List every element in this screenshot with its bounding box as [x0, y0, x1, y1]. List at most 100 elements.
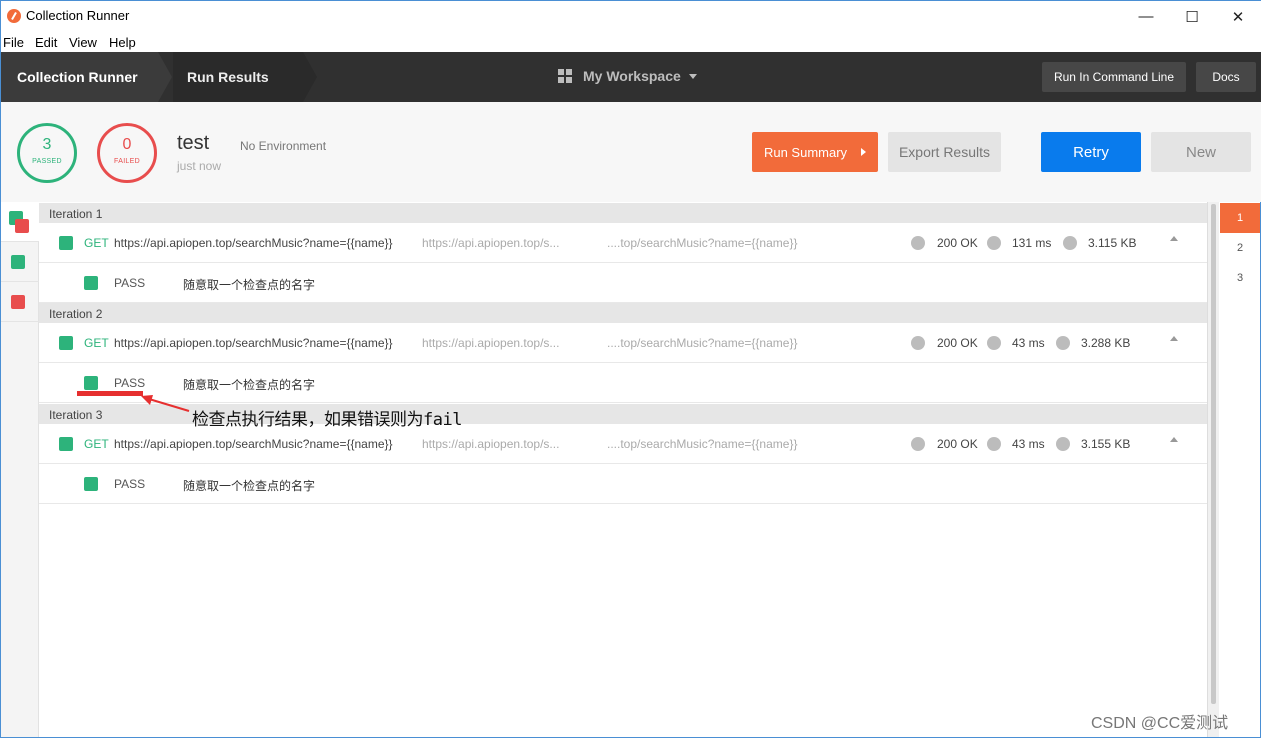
test-result-row: PASS 随意取一个检查点的名字 — [39, 464, 1207, 504]
minimize-button[interactable]: — — [1123, 1, 1169, 32]
request-row[interactable]: GET https://api.apiopen.top/searchMusic?… — [39, 223, 1207, 263]
request-url-short: https://api.apiopen.top/s... — [422, 437, 560, 451]
response-size: 3.155 KB — [1081, 437, 1131, 451]
iteration-nav-item[interactable]: 1 — [1220, 203, 1260, 233]
request-row[interactable]: GET https://api.apiopen.top/searchMusic?… — [39, 323, 1207, 363]
title-bar: Collection Runner — ☐ ✕ — [1, 1, 1261, 32]
workspace-switcher[interactable]: My Workspace — [558, 68, 697, 84]
request-method: GET — [84, 336, 109, 350]
menu-edit[interactable]: Edit — [35, 35, 57, 50]
test-result-row: PASS 随意取一个检查点的名字 — [39, 263, 1207, 303]
iteration-header: Iteration 1 — [39, 203, 1207, 223]
response-time: 43 ms — [1012, 336, 1045, 350]
run-name: test — [177, 132, 210, 154]
menu-file[interactable]: File — [3, 35, 24, 50]
test-name: 随意取一个检查点的名字 — [183, 479, 316, 493]
chevron-down-icon — [688, 73, 697, 79]
response-status: 200 OK — [937, 236, 978, 250]
results-list: Iteration 1 GET https://api.apiopen.top/… — [39, 202, 1207, 737]
collapse-caret-icon[interactable] — [1170, 336, 1178, 341]
request-url-short: https://api.apiopen.top/s... — [422, 236, 560, 250]
annotation-arrow-icon — [141, 395, 190, 412]
passed-count: 3 — [42, 136, 52, 153]
filter-sidebar — [1, 202, 39, 737]
request-method: GET — [84, 236, 109, 250]
all-red-icon — [15, 219, 29, 233]
run-summary-label: Run Summary — [763, 144, 848, 160]
filter-passed[interactable] — [1, 242, 39, 282]
new-button[interactable]: New — [1151, 132, 1251, 172]
passed-filter-icon — [11, 255, 25, 269]
watermark: CSDN @CC爱测试 — [1091, 715, 1229, 732]
workspace-grid-icon — [558, 69, 572, 83]
postman-logo-icon — [7, 9, 21, 23]
failed-count-badge: 0 FAILED — [97, 123, 157, 183]
annotation-underline — [77, 391, 143, 396]
status-dot-icon — [911, 336, 925, 350]
request-url: https://api.apiopen.top/searchMusic?name… — [114, 236, 393, 250]
failed-count: 0 — [122, 136, 132, 153]
test-pass-icon — [84, 276, 98, 290]
time-dot-icon — [987, 236, 1001, 250]
time-dot-icon — [987, 437, 1001, 451]
passed-label: PASSED — [32, 158, 62, 165]
request-method: GET — [84, 437, 109, 451]
size-dot-icon — [1056, 437, 1070, 451]
iteration-nav-item[interactable]: 3 — [1220, 263, 1260, 293]
menu-bar: File Edit View Help — [1, 32, 1261, 52]
request-row[interactable]: GET https://api.apiopen.top/searchMusic?… — [39, 424, 1207, 464]
breadcrumb-run-results[interactable]: Run Results — [173, 52, 317, 102]
test-pass-icon — [84, 376, 98, 390]
environment-label: No Environment — [240, 139, 327, 153]
maximize-button[interactable]: ☐ — [1169, 1, 1215, 32]
close-button[interactable]: ✕ — [1215, 1, 1261, 32]
menu-help[interactable]: Help — [109, 35, 136, 50]
top-nav: Collection Runner Run Results My Workspa… — [1, 52, 1261, 102]
request-url-tail: ....top/searchMusic?name={{name}} — [607, 236, 798, 250]
response-size: 3.115 KB — [1088, 236, 1137, 250]
response-time: 43 ms — [1012, 437, 1045, 451]
request-url: https://api.apiopen.top/searchMusic?name… — [114, 336, 393, 350]
iteration-header: Iteration 2 — [39, 303, 1207, 323]
run-in-command-line-button[interactable]: Run In Command Line — [1042, 62, 1186, 92]
test-status: PASS — [114, 276, 146, 290]
request-url-tail: ....top/searchMusic?name={{name}} — [607, 437, 798, 451]
request-url-short: https://api.apiopen.top/s... — [422, 336, 560, 350]
request-status-icon — [59, 437, 73, 451]
size-dot-icon — [1056, 336, 1070, 350]
breadcrumb-collection-runner[interactable]: Collection Runner — [1, 52, 172, 102]
request-status-icon — [59, 236, 73, 250]
test-result-row: PASS 随意取一个检查点的名字 — [39, 363, 1207, 403]
iteration-nav-item[interactable]: 2 — [1220, 233, 1260, 263]
collapse-caret-icon[interactable] — [1170, 236, 1178, 241]
docs-button[interactable]: Docs — [1196, 62, 1256, 92]
retry-button[interactable]: Retry — [1041, 132, 1141, 172]
results-scrollbar[interactable] — [1207, 202, 1219, 737]
collapse-caret-icon[interactable] — [1170, 437, 1178, 442]
request-url: https://api.apiopen.top/searchMusic?name… — [114, 437, 393, 451]
test-status: PASS — [114, 376, 146, 390]
chevron-right-icon — [861, 148, 867, 156]
run-summary-button[interactable]: Run Summary — [752, 132, 878, 172]
test-pass-icon — [84, 477, 98, 491]
status-dot-icon — [911, 236, 925, 250]
failed-label: FAILED — [114, 158, 140, 165]
filter-all[interactable] — [1, 202, 39, 242]
request-url-tail: ....top/searchMusic?name={{name}} — [607, 336, 798, 350]
failed-filter-icon — [11, 295, 25, 309]
test-status: PASS — [114, 477, 146, 491]
response-time: 131 ms — [1012, 236, 1052, 250]
export-results-button[interactable]: Export Results — [888, 132, 1001, 172]
response-size: 3.288 KB — [1081, 336, 1131, 350]
status-dot-icon — [911, 437, 925, 451]
run-time: just now — [177, 159, 222, 173]
annotation-text: 检查点执行结果，如果错误则为fail — [192, 410, 462, 430]
response-status: 200 OK — [937, 336, 978, 350]
request-status-icon — [59, 336, 73, 350]
time-dot-icon — [987, 336, 1001, 350]
test-name: 随意取一个检查点的名字 — [183, 278, 316, 292]
menu-view[interactable]: View — [69, 35, 97, 50]
passed-count-badge: 3 PASSED — [17, 123, 77, 183]
filter-failed[interactable] — [1, 282, 39, 322]
size-dot-icon — [1063, 236, 1077, 250]
